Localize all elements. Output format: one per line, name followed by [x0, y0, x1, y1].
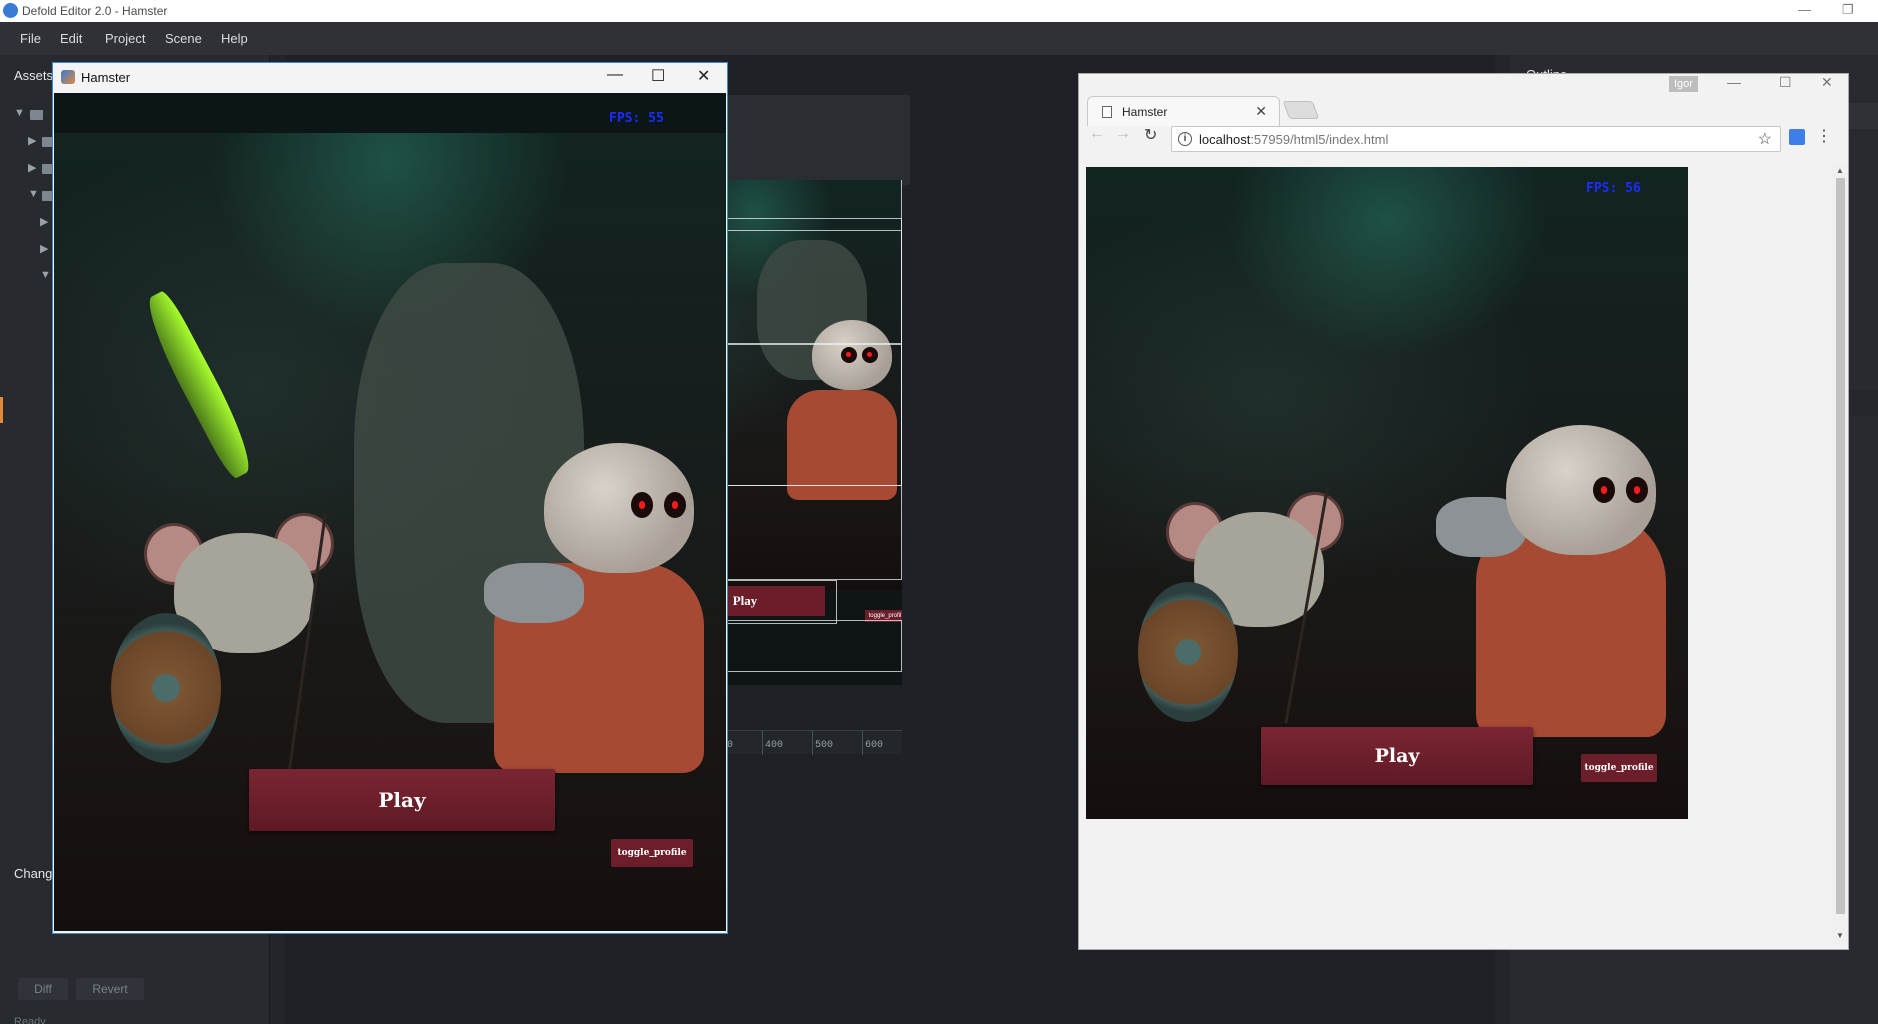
browser-tab[interactable]: Hamster ✕	[1087, 96, 1280, 126]
restore-icon[interactable]: ❐	[1842, 2, 1854, 18]
url-host: localhost	[1199, 132, 1251, 147]
browser-window[interactable]: Hamster ✕ Igor — ☐ ✕ ← → ↻ i localhost:5…	[1078, 73, 1849, 950]
translate-icon[interactable]	[1789, 129, 1805, 145]
menu-project[interactable]: Project	[105, 31, 145, 46]
ruler-line	[762, 731, 763, 755]
editor-title: Defold Editor 2.0 - Hamster	[22, 4, 168, 18]
ruler-tick: 400	[765, 740, 784, 751]
eye	[631, 492, 653, 519]
collapse-icon[interactable]: ▶	[40, 215, 48, 228]
expand-icon[interactable]: ▼	[40, 269, 51, 281]
browser-menu-icon[interactable]: ⋮	[1816, 126, 1832, 146]
scrollbar-thumb[interactable]	[1836, 178, 1845, 914]
browser-tab-title: Hamster	[1122, 105, 1168, 119]
browser-game-canvas[interactable]: FPS: 56 Play toggle_profile	[1086, 167, 1688, 819]
shield-sprite	[111, 613, 221, 763]
url-text[interactable]: localhost:57959/html5/index.html	[1199, 132, 1388, 147]
scroll-up-icon[interactable]: ▲	[1836, 166, 1844, 175]
selection-indicator	[0, 397, 3, 423]
play-button[interactable]: Play	[1261, 727, 1533, 785]
ruler-tick: 600	[865, 740, 884, 751]
ruler-tick: 500	[815, 740, 834, 751]
skull-sprite	[544, 443, 694, 573]
status-text: Ready	[14, 1016, 46, 1024]
play-button[interactable]: Play	[249, 769, 555, 831]
close-tab-icon[interactable]: ✕	[1255, 103, 1267, 120]
url-path: :57959/html5/index.html	[1250, 132, 1389, 147]
menu-edit[interactable]: Edit	[60, 31, 82, 46]
ruler-line	[862, 731, 863, 755]
eye	[1593, 477, 1615, 503]
bookmark-star-icon[interactable]: ☆	[1758, 129, 1772, 149]
info-icon[interactable]: i	[1178, 132, 1192, 146]
expand-icon[interactable]: ▼	[14, 107, 25, 119]
scroll-down-icon[interactable]: ▼	[1836, 931, 1844, 940]
collapse-icon[interactable]: ▶	[40, 242, 48, 255]
blade-sprite	[137, 288, 262, 481]
vertical-scrollbar[interactable]: ▲ ▼	[1832, 164, 1848, 944]
maximize-icon[interactable]: ☐	[1779, 74, 1792, 91]
menu-scene[interactable]: Scene	[165, 31, 202, 46]
changes-title: Chang	[14, 866, 53, 881]
defold-app-icon	[3, 3, 18, 18]
diff-button[interactable]: Diff	[18, 978, 68, 1000]
ruler-line	[812, 731, 813, 755]
game-canvas[interactable]: FPS: 55 Play toggle_profile	[54, 93, 726, 931]
assets-title: Assets	[14, 68, 54, 83]
new-tab-button[interactable]	[1282, 101, 1320, 119]
editor-titlebar: Defold Editor 2.0 - Hamster — ❐	[0, 0, 1878, 22]
close-icon[interactable]: ✕	[697, 66, 710, 86]
minimize-icon[interactable]: —	[1727, 74, 1741, 90]
folder-icon	[30, 110, 43, 120]
document-icon	[1102, 106, 1112, 118]
back-icon[interactable]: ←	[1089, 125, 1105, 143]
menu-help[interactable]: Help	[221, 31, 248, 46]
hamster-app-icon	[61, 70, 75, 84]
address-bar[interactable]: i localhost:57959/html5/index.html ☆	[1171, 126, 1781, 152]
toggle-profile-button[interactable]: toggle_profile	[1581, 754, 1657, 782]
armor-sprite	[484, 563, 584, 623]
fps-counter: FPS: 55	[609, 111, 664, 126]
collapse-icon[interactable]: ▶	[28, 134, 36, 147]
close-icon[interactable]: ✕	[1821, 74, 1833, 91]
maximize-icon[interactable]: ☐	[651, 66, 665, 86]
skull-sprite	[1506, 425, 1656, 555]
expand-icon[interactable]: ▼	[28, 188, 39, 200]
toggle-profile-button[interactable]: toggle_profile	[611, 839, 693, 867]
profile-badge[interactable]: Igor	[1669, 76, 1698, 92]
eye	[1626, 477, 1648, 503]
collapse-icon[interactable]: ▶	[28, 161, 36, 174]
menu-bar: File Edit Project Scene Help	[0, 22, 1878, 55]
minimize-icon[interactable]: —	[607, 66, 623, 84]
eye	[664, 492, 686, 519]
reload-icon[interactable]: ↻	[1144, 125, 1157, 145]
forward-icon[interactable]: →	[1115, 125, 1131, 143]
revert-button[interactable]: Revert	[76, 978, 144, 1000]
game-window-title: Hamster	[81, 70, 131, 85]
menu-file[interactable]: File	[20, 31, 41, 46]
fps-counter: FPS: 56	[1586, 181, 1641, 196]
shield-sprite	[1138, 582, 1238, 722]
minimize-icon[interactable]: —	[1798, 2, 1811, 17]
game-window[interactable]: Hamster — ☐ ✕ FPS: 55 Play toggle_profil…	[52, 62, 728, 934]
